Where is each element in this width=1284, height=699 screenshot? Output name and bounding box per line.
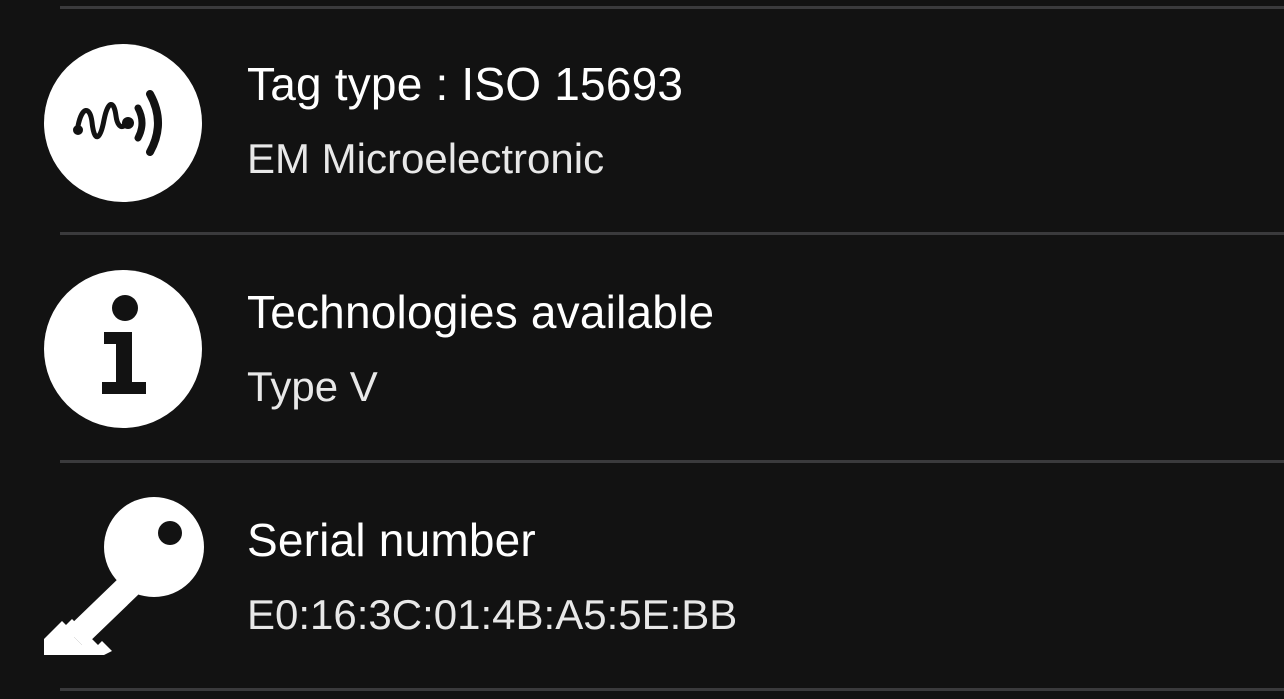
nfc-tag-icon [42, 42, 204, 204]
info-icon [42, 268, 204, 430]
technologies-title: Technologies available [247, 286, 715, 338]
technologies-value: Type V [247, 363, 378, 410]
list-item-serial-number[interactable]: Serial number E0:16:3C:01:4B:A5:5E:BB [0, 463, 1284, 689]
tag-info-list: Tag type : ISO 15693 EM Microelectronic … [0, 0, 1284, 699]
divider [60, 688, 1284, 691]
serial-number-title: Serial number [247, 514, 536, 566]
list-item-tag-type[interactable]: Tag type : ISO 15693 EM Microelectronic [0, 9, 1284, 235]
list-item-technologies[interactable]: Technologies available Type V [0, 235, 1284, 461]
tag-type-title: Tag type : ISO 15693 [247, 58, 684, 110]
key-icon [42, 497, 204, 659]
serial-number-value: E0:16:3C:01:4B:A5:5E:BB [247, 591, 738, 638]
tag-type-manufacturer: EM Microelectronic [247, 135, 605, 182]
